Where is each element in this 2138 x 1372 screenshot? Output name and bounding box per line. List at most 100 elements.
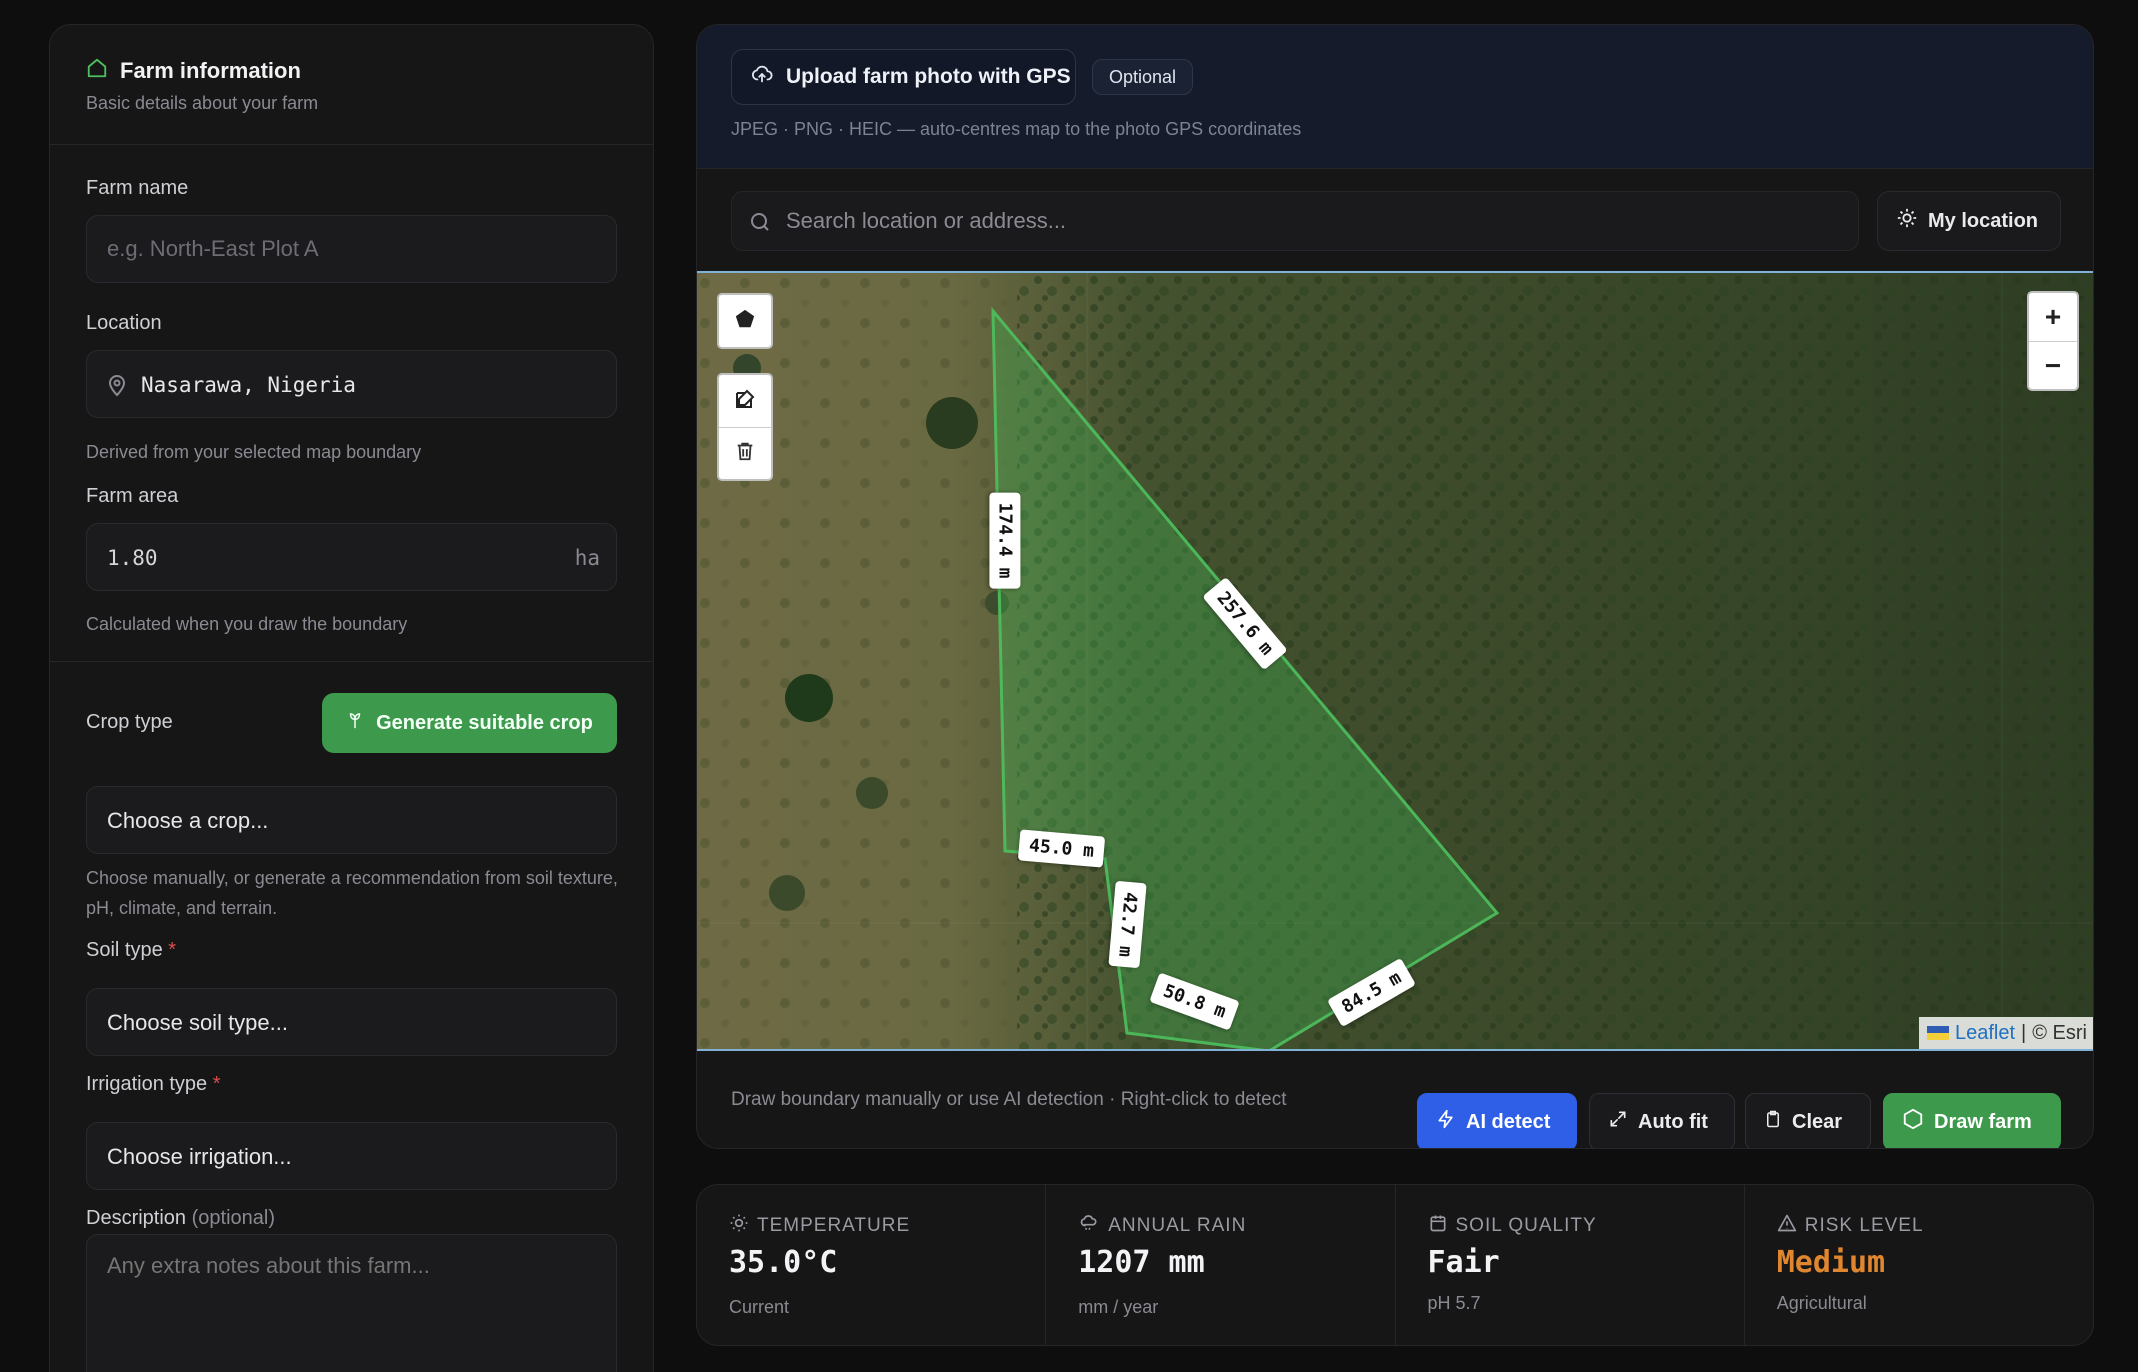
- farm-info-panel: Farm information Basic details about you…: [49, 24, 654, 1372]
- zoom-out-button[interactable]: −: [2029, 341, 2077, 389]
- farm-area-label: Farm area: [86, 485, 179, 507]
- draw-farm-label: Draw farm: [1934, 1110, 2032, 1133]
- esri-attribution: © Esri: [2032, 1021, 2087, 1044]
- clear-label: Clear: [1792, 1110, 1843, 1133]
- location-value: Nasarawa, Nigeria: [141, 373, 356, 397]
- map-footer: Draw boundary manually or use AI detecti…: [697, 1051, 2093, 1148]
- cloud-upload-icon: [750, 63, 774, 91]
- ukraine-flag-icon: [1926, 1026, 1949, 1040]
- irrigation-type-selected: Choose irrigation...: [107, 1144, 292, 1169]
- locate-icon: [1896, 207, 1918, 235]
- zoom-in-button[interactable]: +: [2029, 293, 2077, 341]
- stat-value: 35.0°C: [729, 1245, 838, 1280]
- stat-sub: pH 5.7: [1427, 1293, 1481, 1313]
- ai-detect-label: AI detect: [1466, 1110, 1551, 1133]
- soil-type-label: Soil type *: [86, 939, 176, 962]
- generate-crop-button[interactable]: Generate suitable crop: [322, 693, 617, 753]
- draw-farm-button[interactable]: Draw farm: [1883, 1093, 2061, 1148]
- stat-annual-rain: ANNUAL RAIN 1207 mm mm / year: [1046, 1185, 1396, 1345]
- stat-label: RISK LEVEL: [1804, 1215, 1924, 1236]
- optional-badge: Optional: [1092, 59, 1194, 95]
- farm-name-label: Farm name: [86, 177, 189, 199]
- crop-type-label: Crop type: [86, 711, 173, 733]
- delete-layers-button[interactable]: [719, 427, 771, 479]
- map-footer-hint: Draw boundary manually or use AI detecti…: [731, 1089, 1287, 1110]
- stat-sub: Agricultural: [1776, 1293, 1867, 1313]
- panel-title: Farm information: [120, 57, 301, 83]
- location-label: Location: [86, 312, 162, 334]
- zoom-control: + −: [2027, 291, 2079, 391]
- generate-crop-label: Generate suitable crop: [376, 711, 593, 734]
- edge-length-label: 174.4 m: [989, 492, 1021, 589]
- my-location-label: My location: [1928, 209, 2039, 232]
- map-attribution: Leaflet | © Esri: [1918, 1017, 2093, 1049]
- stat-sub: mm / year: [1078, 1297, 1159, 1317]
- clipboard-icon: [1764, 1109, 1782, 1135]
- hexagon-icon: [1902, 1108, 1924, 1136]
- location-hint: Derived from your selected map boundary: [86, 442, 422, 462]
- stat-label: ANNUAL RAIN: [1108, 1215, 1247, 1236]
- trash-icon: [734, 439, 756, 468]
- crop-type-hint: Choose manually, or generate a recommend…: [86, 868, 618, 918]
- edit-layers-button[interactable]: [719, 375, 771, 427]
- stat-value: Fair: [1427, 1245, 1500, 1280]
- soil-type-selected: Choose soil type...: [107, 1010, 288, 1035]
- auto-fit-button[interactable]: Auto fit: [1589, 1093, 1735, 1148]
- panel-subtitle: Basic details about your farm: [86, 93, 319, 113]
- draw-polygon-toolbar: [717, 293, 773, 349]
- search-box: [731, 191, 1859, 251]
- sun-icon: [729, 1213, 749, 1239]
- description-label: Description (optional): [86, 1207, 275, 1230]
- irrigation-type-label: Irrigation type *: [86, 1073, 221, 1096]
- map-panel: Upload farm photo with GPS Optional JPEG…: [696, 24, 2094, 1149]
- my-location-button[interactable]: My location: [1877, 191, 2061, 251]
- section-divider: [50, 661, 653, 662]
- sprout-icon: [346, 710, 364, 736]
- description-textarea[interactable]: [87, 1235, 616, 1372]
- crop-type-select[interactable]: Choose a crop...: [86, 786, 617, 854]
- lightning-icon: [1436, 1108, 1456, 1136]
- farm-area-unit: ha: [574, 546, 600, 570]
- leaflet-link[interactable]: Leaflet: [1955, 1022, 2015, 1045]
- description-label-text: Description: [86, 1207, 187, 1229]
- stat-sub: Current: [729, 1297, 790, 1317]
- crop-type-selected: Choose a crop...: [107, 808, 269, 833]
- stat-label: TEMPERATURE: [757, 1215, 911, 1236]
- farm-area-hint: Calculated when you draw the boundary: [86, 614, 408, 634]
- polygon-icon: [734, 308, 756, 335]
- search-row: My location: [697, 169, 2093, 271]
- clear-button[interactable]: Clear: [1745, 1093, 1871, 1148]
- upload-photo-button[interactable]: Upload farm photo with GPS: [731, 49, 1076, 105]
- warning-icon: [1777, 1213, 1797, 1239]
- expand-icon: [1608, 1109, 1628, 1135]
- upload-hint: JPEG · PNG · HEIC — auto-centres map to …: [731, 119, 1302, 139]
- location-field[interactable]: Nasarawa, Nigeria: [86, 350, 617, 418]
- location-search-input[interactable]: [786, 192, 1846, 250]
- soil-type-select[interactable]: Choose soil type...: [86, 988, 617, 1056]
- stat-soil-quality: SOIL QUALITY Fair pH 5.7: [1396, 1185, 1745, 1345]
- satellite-map[interactable]: + − 174.4 m 257.6 m 45.0 m 42.7 m 50.8 m…: [697, 271, 2093, 1051]
- irrigation-type-select[interactable]: Choose irrigation...: [86, 1122, 617, 1190]
- ai-detect-button[interactable]: AI detect: [1417, 1093, 1577, 1148]
- required-marker: *: [212, 1073, 221, 1095]
- calendar-icon: [1428, 1213, 1448, 1239]
- farm-area-field[interactable]: 1.80 ha: [86, 523, 617, 591]
- stat-temperature: TEMPERATURE 35.0°C Current: [697, 1185, 1047, 1345]
- search-icon: [748, 210, 772, 239]
- satellite-imagery: [697, 273, 2093, 1049]
- home-icon: [86, 57, 108, 84]
- soil-type-label-text: Soil type: [86, 939, 163, 961]
- auto-fit-label: Auto fit: [1638, 1110, 1708, 1133]
- draw-polygon-button[interactable]: [719, 295, 771, 347]
- edit-icon: [733, 387, 757, 416]
- farm-name-input[interactable]: [87, 216, 616, 282]
- required-marker: *: [168, 939, 177, 961]
- stat-risk-level: RISK LEVEL Medium Agricultural: [1745, 1185, 2093, 1345]
- farm-area-value: 1.80: [107, 546, 158, 570]
- farm-info-header: Farm information Basic details about you…: [50, 25, 653, 145]
- photo-upload-area: Upload farm photo with GPS Optional JPEG…: [697, 25, 2093, 169]
- description-box: [86, 1234, 617, 1372]
- upload-photo-label: Upload farm photo with GPS: [786, 65, 1071, 88]
- map-pin-icon: [105, 373, 129, 403]
- climate-stats-bar: TEMPERATURE 35.0°C Current ANNUAL RAIN 1…: [696, 1184, 2094, 1346]
